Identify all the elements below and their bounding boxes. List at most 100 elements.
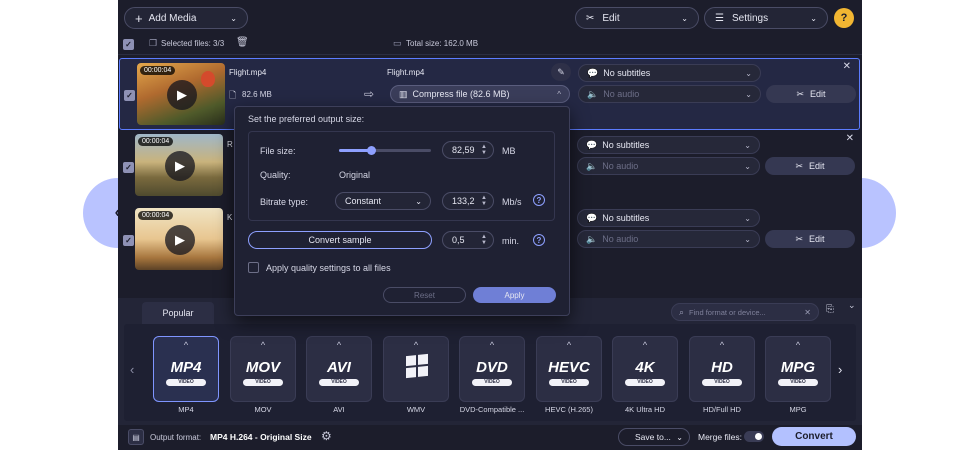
settings-button[interactable]: ☰ Settings ⌄ bbox=[704, 7, 828, 29]
selection-toolbar: ✓ ❐ Selected files: 3/3 🗑 ▭ Total size: … bbox=[118, 33, 862, 55]
edit-label: Edit bbox=[809, 234, 825, 244]
gear-icon[interactable]: ⚙ bbox=[321, 429, 332, 443]
play-icon[interactable]: ▶ bbox=[167, 80, 197, 110]
compress-label: Compress file (82.6 MB) bbox=[412, 89, 510, 99]
format-tile-dvd-compatible[interactable]: ^ DVD VIDEO bbox=[459, 336, 525, 402]
stepper-icon[interactable]: ▲ ▼ bbox=[481, 234, 487, 246]
video-thumbnail[interactable]: 00:00:04 ▶ bbox=[137, 63, 225, 125]
remove-file-icon[interactable]: ✕ bbox=[843, 61, 851, 72]
trash-icon[interactable]: 🗑 bbox=[236, 37, 249, 48]
add-media-label: Add Media bbox=[148, 12, 197, 24]
audio-dropdown[interactable]: 🔈 No audio ⌄ bbox=[577, 230, 760, 248]
rename-pencil-icon[interactable]: ✎ bbox=[551, 63, 571, 81]
clear-search-icon[interactable]: ✕ bbox=[804, 308, 811, 317]
audio-dropdown[interactable]: 🔈 No audio ⌄ bbox=[577, 157, 760, 175]
device-detect-icon[interactable]: ⎘ bbox=[826, 304, 834, 315]
format-label: MOV bbox=[254, 405, 272, 414]
collapse-panel-icon[interactable]: ⌄ bbox=[848, 300, 856, 311]
audio-label: No audio bbox=[603, 89, 640, 99]
format-tile-mp4[interactable]: ^ MP4 VIDEO bbox=[153, 336, 219, 402]
edit-file-button[interactable]: ✂ Edit bbox=[765, 230, 855, 248]
sample-unit: min. bbox=[502, 236, 520, 246]
merge-files-toggle[interactable] bbox=[744, 431, 764, 442]
audio-label: No audio bbox=[602, 234, 639, 244]
format-tile-avi[interactable]: ^ AVI VIDEO bbox=[306, 336, 372, 402]
play-icon[interactable]: ▶ bbox=[165, 225, 195, 255]
speaker-icon: 🔈 bbox=[587, 88, 599, 99]
video-thumbnail[interactable]: 00:00:04 ▶ bbox=[135, 134, 223, 196]
format-logo: MOV bbox=[245, 359, 281, 376]
reset-button[interactable]: Reset bbox=[383, 287, 466, 303]
duration-badge: 00:00:04 bbox=[140, 66, 176, 75]
convert-sample-button[interactable]: Convert sample bbox=[248, 231, 432, 249]
format-label: DVD-Compatible ... bbox=[459, 405, 525, 414]
format-logo: HD bbox=[711, 359, 733, 376]
play-icon[interactable]: ▶ bbox=[165, 151, 195, 181]
subtitles-label: No subtitles bbox=[602, 213, 650, 223]
convert-button[interactable]: Convert bbox=[772, 427, 856, 446]
sample-length-value: 0,5 bbox=[452, 235, 465, 245]
merge-files-label: Merge files: bbox=[698, 432, 742, 442]
duration-badge: 00:00:04 bbox=[138, 137, 174, 146]
chevron-down-icon: ⌄ bbox=[745, 89, 752, 99]
apply-label: Apply bbox=[504, 290, 525, 300]
edit-menu-button[interactable]: ✂ Edit ⌄ bbox=[575, 7, 699, 29]
audio-dropdown[interactable]: 🔈 No audio ⌄ bbox=[578, 85, 761, 103]
output-format-icon[interactable]: ▤ bbox=[128, 429, 144, 445]
edit-file-button[interactable]: ✂ Edit bbox=[765, 157, 855, 175]
compress-file-dropdown[interactable]: ▥ Compress file (82.6 MB) ^ bbox=[390, 85, 570, 103]
duration-badge: 00:00:04 bbox=[138, 211, 174, 220]
select-all-checkbox[interactable]: ✓ bbox=[123, 39, 134, 50]
popup-title: Set the preferred output size: bbox=[248, 114, 365, 124]
file-checkbox[interactable]: ✓ bbox=[123, 162, 134, 173]
file-checkbox[interactable]: ✓ bbox=[123, 235, 134, 246]
subtitles-dropdown[interactable]: 💬 No subtitles ⌄ bbox=[577, 209, 760, 227]
convert-arrow-icon: ⇨ bbox=[364, 87, 375, 101]
compress-settings-popup: Set the preferred output size: File size… bbox=[234, 106, 570, 316]
apply-button[interactable]: Apply bbox=[473, 287, 556, 303]
edit-file-button[interactable]: ✂ Edit bbox=[766, 85, 856, 103]
help-button[interactable]: ? bbox=[834, 8, 854, 28]
file-size-input[interactable]: 82,59 ▲ ▼ bbox=[442, 141, 494, 159]
format-tile-4k-ultra-hd[interactable]: ^ 4K VIDEO bbox=[612, 336, 678, 402]
format-panel: Popular ⌕ Find format or device... ✕ ⎘ ⌄… bbox=[118, 298, 862, 425]
stepper-icon[interactable]: ▲ ▼ bbox=[481, 195, 487, 207]
subtitles-icon: 💬 bbox=[586, 139, 598, 150]
format-search-box[interactable]: ⌕ Find format or device... ✕ bbox=[671, 303, 819, 321]
format-tile-mov[interactable]: ^ MOV VIDEO bbox=[230, 336, 296, 402]
chevron-up-icon: ^ bbox=[336, 340, 342, 350]
file-checkbox[interactable]: ✓ bbox=[124, 90, 135, 101]
scissors-icon: ✂ bbox=[796, 88, 805, 99]
video-thumbnail[interactable]: 00:00:04 ▶ bbox=[135, 208, 223, 270]
chevron-up-icon: ^ bbox=[413, 340, 419, 350]
apply-all-checkbox[interactable] bbox=[248, 262, 259, 273]
format-label: MPG bbox=[789, 405, 807, 414]
chevron-down-icon: ⌄ bbox=[810, 13, 817, 23]
file-name: K bbox=[227, 213, 233, 222]
save-to-button[interactable]: Save to... ⌄ bbox=[618, 428, 690, 446]
tab-popular[interactable]: Popular bbox=[142, 302, 214, 324]
chevron-up-icon: ^ bbox=[557, 89, 561, 99]
chevron-right-icon[interactable]: › bbox=[838, 362, 842, 377]
help-circle-icon[interactable]: ? bbox=[533, 194, 545, 206]
chevron-down-icon: ⌄ bbox=[744, 213, 751, 223]
add-media-button[interactable]: + Add Media ⌄ bbox=[124, 7, 248, 29]
chevron-left-icon[interactable]: ‹ bbox=[130, 362, 134, 377]
stepper-icon[interactable]: ▲ ▼ bbox=[481, 144, 487, 156]
format-tile-mpg[interactable]: ^ MPG VIDEO bbox=[765, 336, 831, 402]
remove-file-icon[interactable]: ✕ bbox=[846, 133, 854, 144]
save-to-label: Save to... bbox=[635, 432, 671, 442]
file-size-slider[interactable] bbox=[339, 146, 431, 155]
subtitles-dropdown[interactable]: 💬 No subtitles ⌄ bbox=[577, 136, 760, 154]
format-tile-hd-full-hd[interactable]: ^ HD VIDEO bbox=[689, 336, 755, 402]
bitrate-input[interactable]: 133,2 ▲ ▼ bbox=[442, 192, 494, 210]
sample-length-input[interactable]: 0,5 ▲ ▼ bbox=[442, 231, 494, 249]
subtitles-dropdown[interactable]: 💬 No subtitles ⌄ bbox=[578, 64, 761, 82]
bitrate-type-select[interactable]: Constant ⌄ bbox=[335, 192, 431, 210]
chevron-down-icon: ⌄ bbox=[681, 13, 688, 23]
format-tile-hevc-h-265[interactable]: ^ HEVC VIDEO bbox=[536, 336, 602, 402]
chevron-up-icon: ^ bbox=[183, 340, 189, 350]
help-icon: ? bbox=[840, 12, 848, 24]
help-circle-icon[interactable]: ? bbox=[533, 234, 545, 246]
format-tile-wmv[interactable]: ^WMV bbox=[383, 336, 449, 402]
